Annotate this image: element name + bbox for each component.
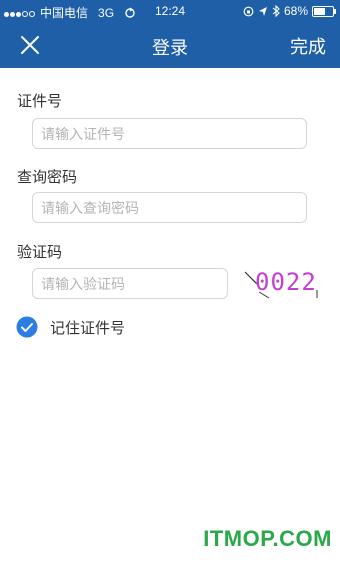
status-right: 68% [243, 4, 336, 18]
remember-id-checkbox[interactable]: 记住证件号 [16, 316, 125, 338]
password-label: 查询密码 [17, 169, 78, 186]
captcha-input[interactable] [32, 268, 228, 299]
battery-percent: 68% [283, 4, 308, 18]
remember-id-label: 记住证件号 [50, 319, 126, 337]
password-input[interactable] [32, 192, 307, 223]
check-circle-icon [16, 316, 38, 338]
captcha-label: 验证码 [17, 244, 63, 261]
watermark-text: ITMOP.COM [203, 526, 332, 551]
captcha-text: 0022 [255, 268, 317, 296]
status-bar: 中国电信 3G 12:24 68% [0, 0, 340, 22]
battery-icon [312, 5, 336, 17]
page-title: 登录 [152, 38, 188, 58]
id-number-input[interactable] [32, 118, 307, 149]
done-button[interactable]: 完成 [290, 33, 326, 59]
bluetooth-icon [272, 5, 280, 17]
nav-bar: 登录 完成 [0, 22, 340, 68]
captcha-image[interactable]: 0022 [243, 266, 323, 300]
lock-rotation-icon [243, 6, 254, 16]
location-icon [258, 6, 267, 16]
id-number-label: 证件号 [17, 93, 63, 110]
